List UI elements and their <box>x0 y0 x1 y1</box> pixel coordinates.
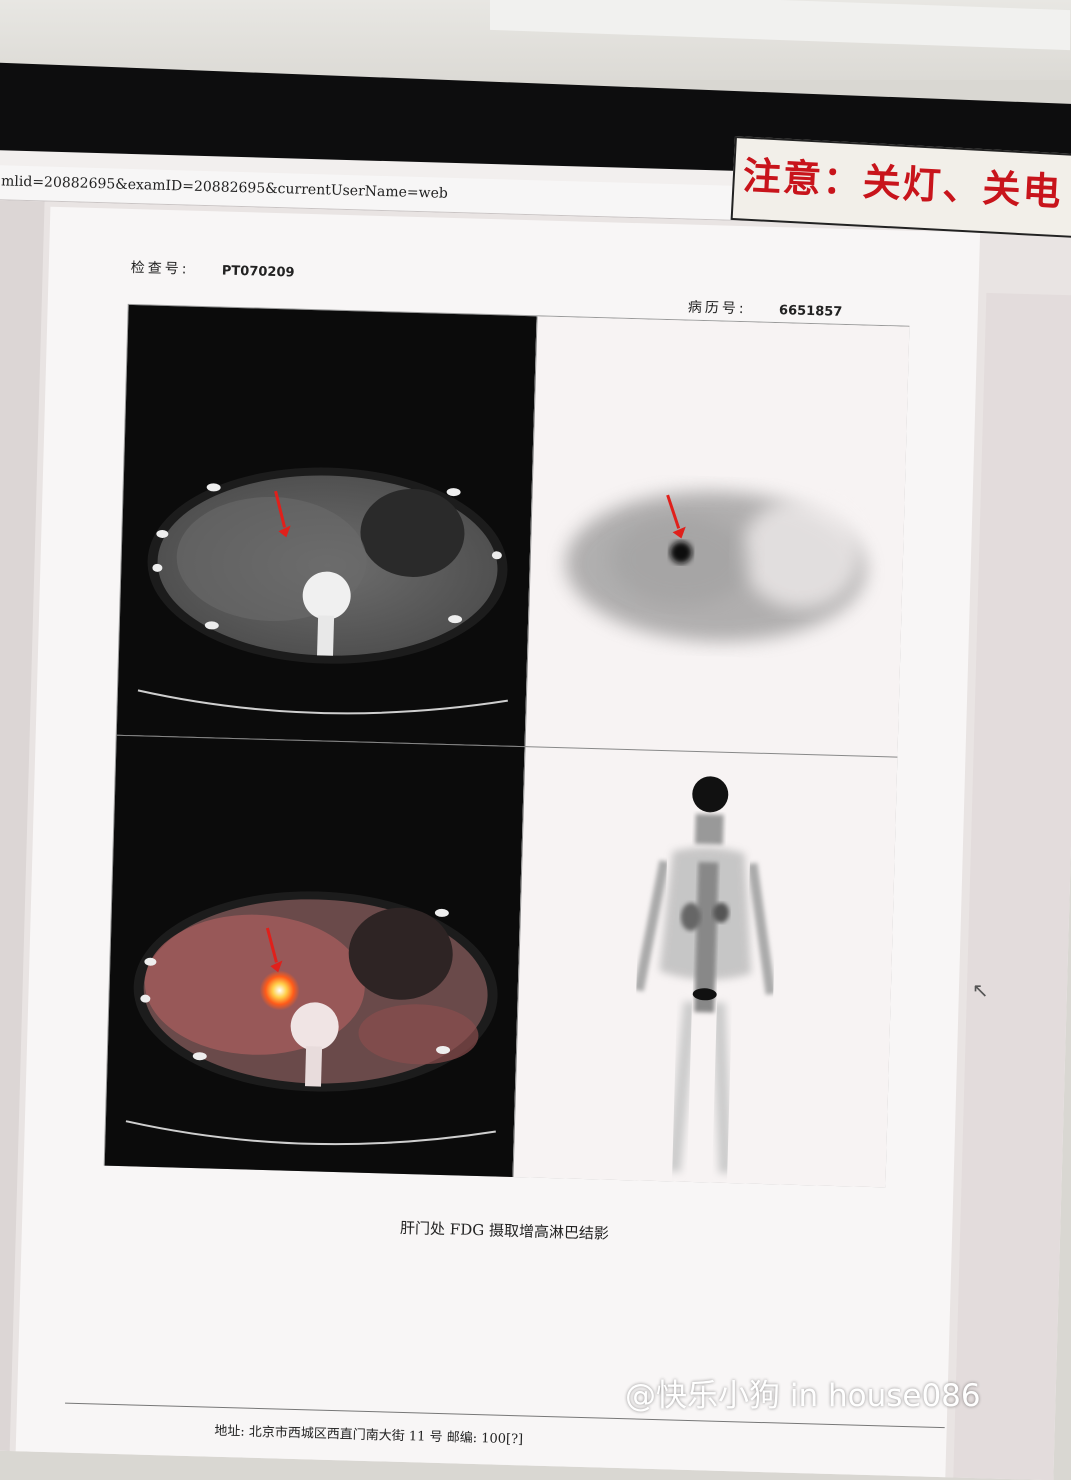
address-url: mlid=20882695&examID=20882695&currentUse… <box>0 173 449 202</box>
ct-axial-panel[interactable] <box>116 304 537 747</box>
pet-mip-image <box>633 776 776 1174</box>
watermark: @快乐小狗 in house086 <box>625 1378 981 1414</box>
record-number-label: 病历号: <box>687 299 747 318</box>
image-caption: 肝门处 FDG 摄取增高淋巴结影 <box>399 1218 610 1243</box>
exam-number-field: 检查号: PT070209 <box>131 257 295 282</box>
report-page: 检查号: PT070209 病历号: 6651857 肝门处 FDG 摄取增高淋… <box>15 206 981 1480</box>
exam-number-label: 检查号: <box>130 259 190 278</box>
notice-text: 注意：关灯、关电 <box>741 153 1064 215</box>
ct-axial-image <box>137 467 508 715</box>
image-grid <box>103 303 910 1188</box>
pet-ct-fusion-image <box>125 891 498 1146</box>
mouse-cursor-icon: ↖ <box>971 977 989 1002</box>
footer-address: 地址: 北京市西城区西直门南大街 11 号 邮编: 100[?] <box>214 1423 524 1448</box>
pet-axial-image <box>565 491 866 642</box>
record-number-value: 6651857 <box>778 303 843 320</box>
pet-mip-panel[interactable] <box>512 746 898 1188</box>
pet-axial-panel[interactable] <box>524 316 910 757</box>
pet-ct-fusion-panel[interactable] <box>104 734 525 1177</box>
record-number-field: 病历号: 6651857 <box>688 297 843 321</box>
exam-number-value: PT070209 <box>221 263 295 281</box>
monitor-screen: mlid=20882695&examID=20882695&currentUse… <box>0 150 1071 1480</box>
